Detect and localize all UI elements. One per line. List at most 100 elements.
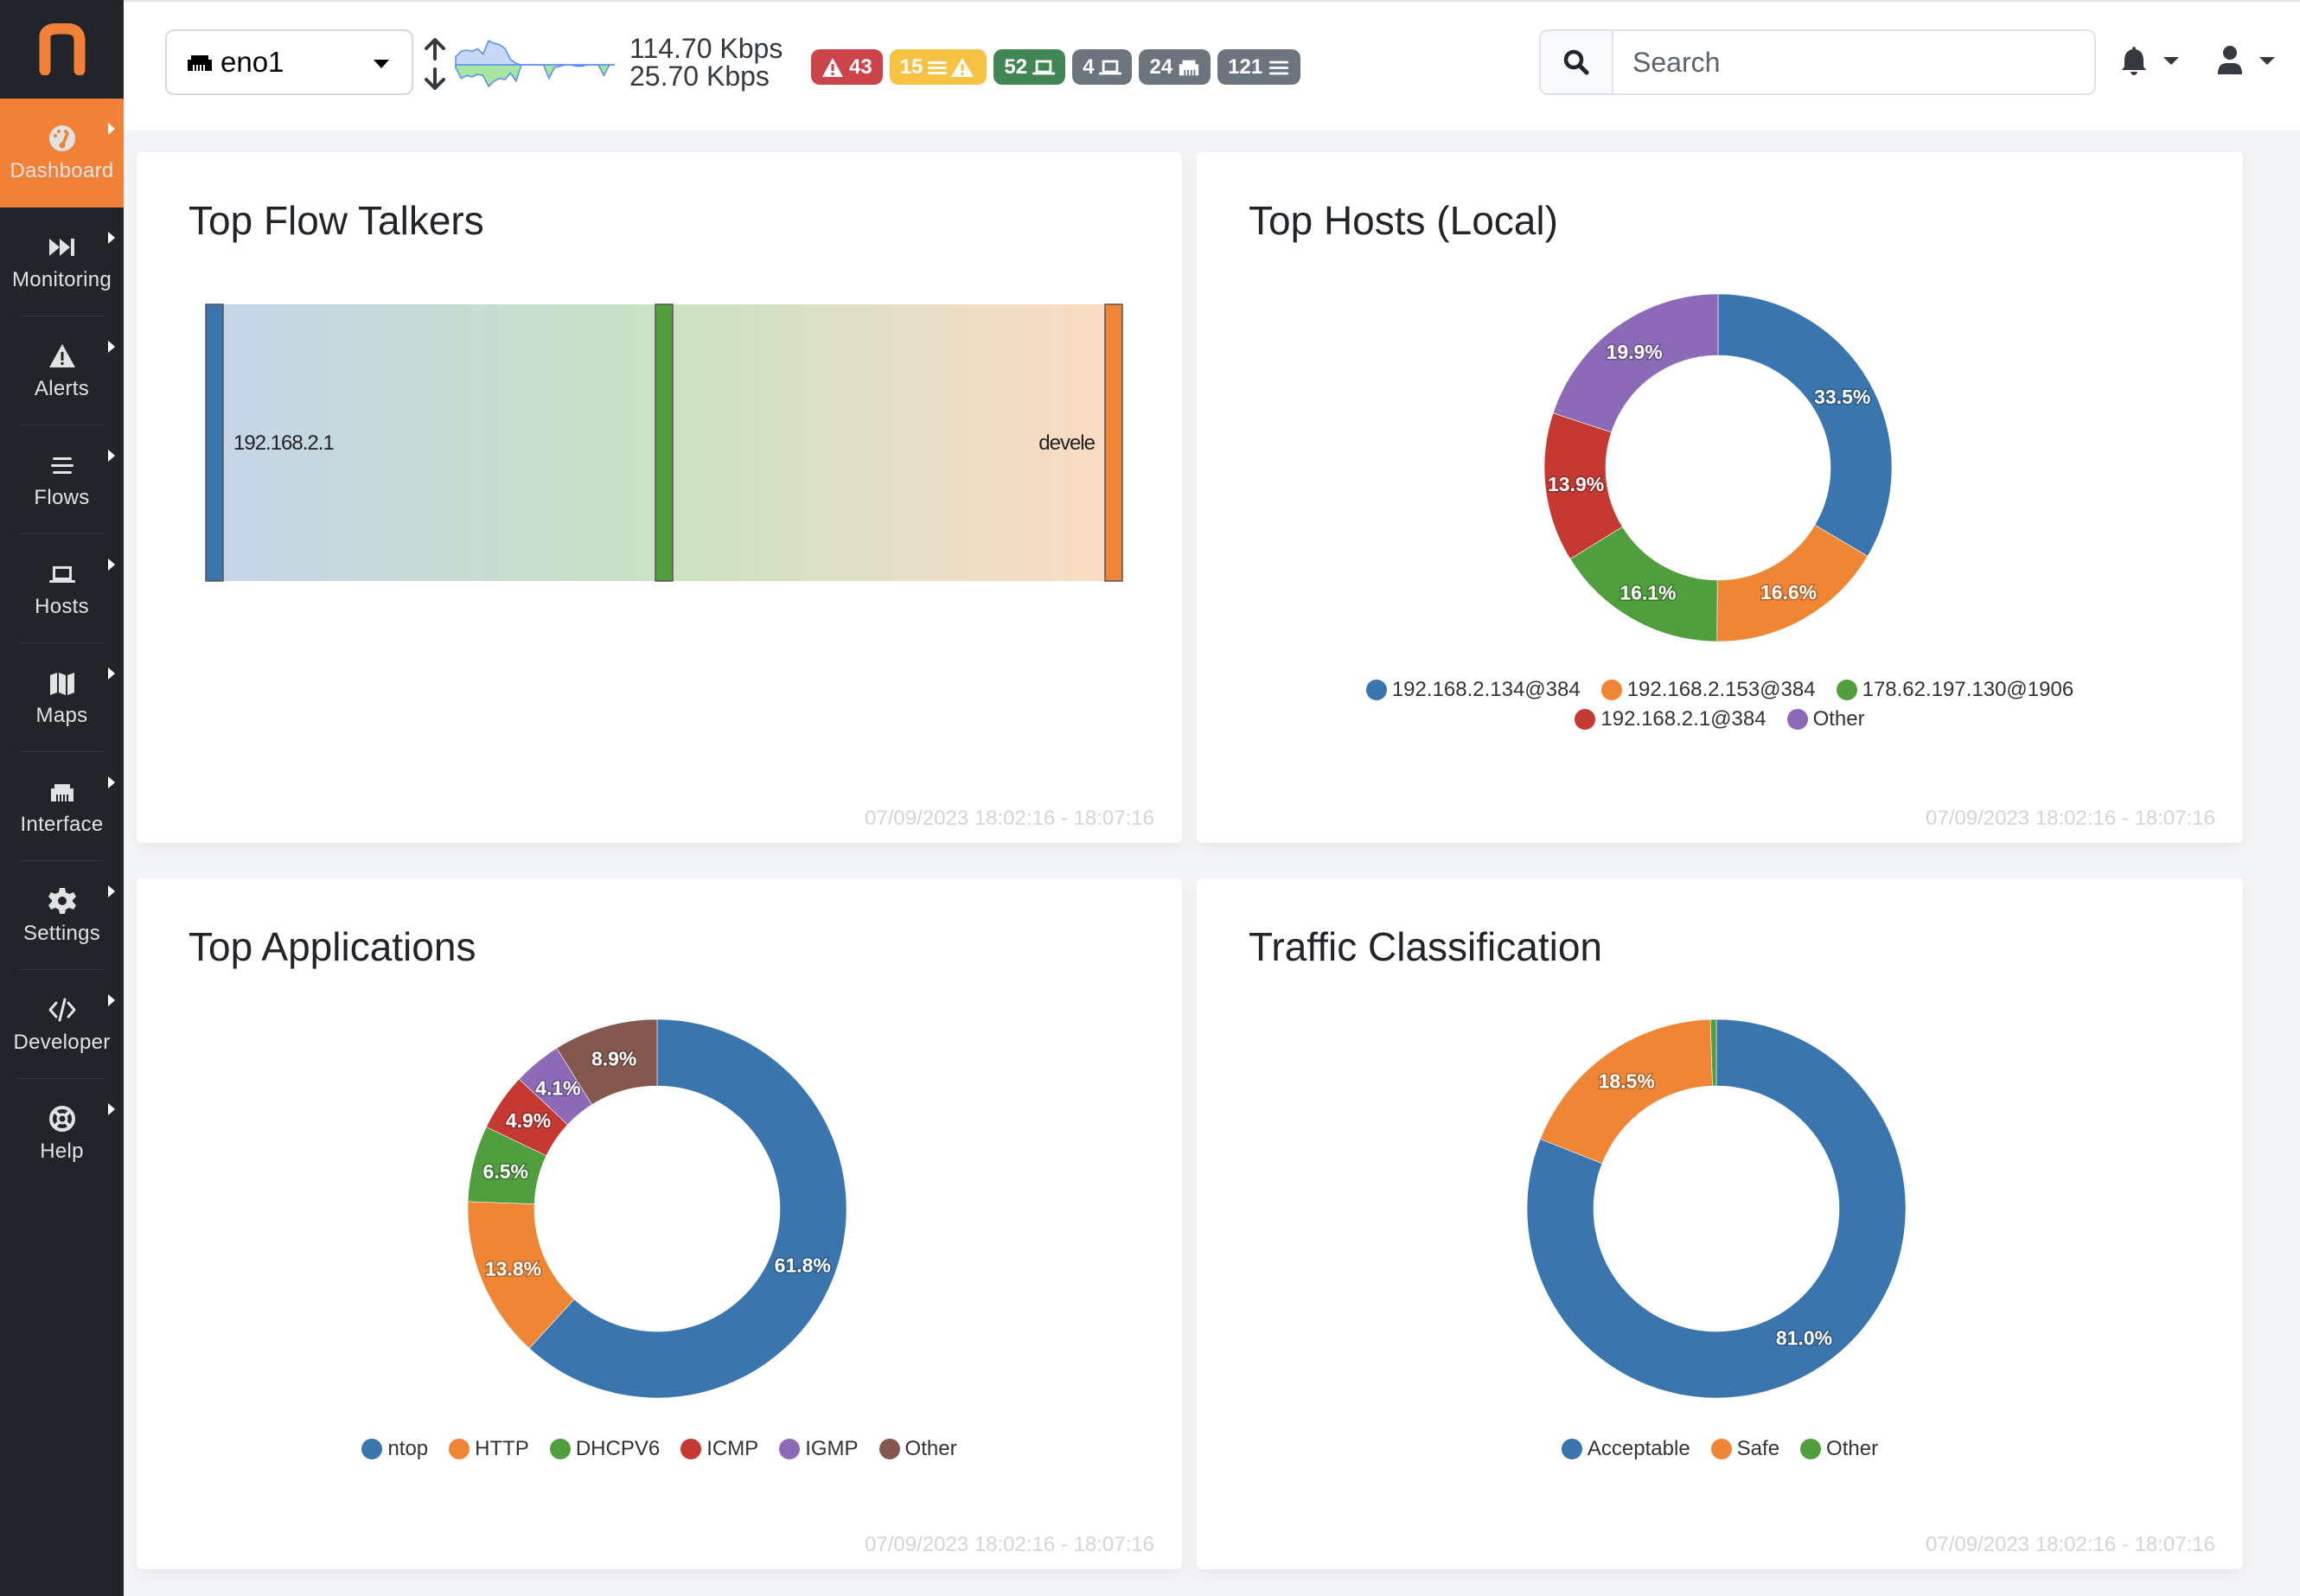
bell-icon — [2122, 47, 2146, 75]
caret-right-icon — [108, 341, 115, 353]
sidebar-item-monitoring[interactable]: Monitoring — [0, 207, 124, 316]
devices-badge[interactable]: 24 — [1139, 49, 1211, 85]
local-hosts-badge[interactable]: 52 — [993, 49, 1066, 85]
top-flow-talkers-card: Top Flow Talkers 192.168.2.1 devele 07/09… — [137, 152, 1182, 843]
legend-label: Other — [904, 1437, 957, 1460]
chevron-down-icon — [2163, 56, 2179, 65]
chart-legend: Acceptable Safe Other — [1197, 1437, 2243, 1461]
sidebar-item-help[interactable]: Help — [0, 1079, 124, 1188]
sankey-chart[interactable]: 192.168.2.1 devele — [137, 152, 1182, 636]
slice-label: 4.1% — [535, 1077, 580, 1100]
user-dropdown[interactable] — [2216, 45, 2275, 76]
gauge-icon — [45, 123, 80, 154]
search-icon — [1563, 49, 1589, 75]
fast-forward-icon — [45, 232, 80, 263]
legend-item[interactable]: 192.168.2.1@384 — [1575, 707, 1767, 731]
legend-item[interactable]: Other — [1786, 707, 1865, 731]
legend-item[interactable]: DHCPV6 — [549, 1437, 660, 1461]
notifications-dropdown[interactable] — [2120, 45, 2179, 76]
status-badges: 43 15 52 4 24 121 — [811, 49, 1301, 85]
flows-badge[interactable]: 121 — [1217, 49, 1301, 85]
sidebar-item-label: Interface — [20, 813, 104, 836]
sankey-node[interactable] — [1104, 303, 1123, 582]
legend-item[interactable]: IGMP — [779, 1437, 859, 1461]
legend-item[interactable]: 192.168.2.153@384 — [1600, 678, 1816, 702]
legend-swatch — [1786, 709, 1808, 730]
sidebar-item-label: Maps — [35, 704, 88, 727]
remote-hosts-badge[interactable]: 4 — [1072, 49, 1133, 85]
sankey-node[interactable] — [205, 303, 224, 582]
ntopng-logo[interactable] — [0, 0, 124, 99]
caret-right-icon — [108, 885, 115, 897]
sidebar-item-alerts[interactable]: Alerts — [0, 316, 124, 425]
sidebar-item-hosts[interactable]: Hosts — [0, 534, 124, 643]
legend-swatch — [449, 1439, 470, 1459]
ethernet-icon — [1178, 57, 1200, 78]
badge-count: 4 — [1083, 54, 1095, 79]
caret-right-icon — [108, 1103, 115, 1115]
engaged-alerts-badge[interactable]: 43 — [811, 49, 883, 85]
top-applications-donut[interactable]: 61.8% 13.8% 6.5% 4.9% 4.1% 8.9% — [137, 878, 1182, 1414]
up-down-arrows-icon — [425, 38, 445, 90]
interface-select[interactable]: eno1 — [165, 29, 413, 95]
logo-icon — [39, 23, 85, 75]
slice-label: 16.1% — [1620, 581, 1676, 603]
lifebuoy-icon — [45, 1103, 80, 1134]
legend-item[interactable]: Acceptable — [1561, 1437, 1690, 1461]
sidebar-item-maps[interactable]: Maps — [0, 643, 124, 752]
badge-count: 121 — [1228, 54, 1263, 79]
legend-item[interactable]: Other — [1800, 1437, 1878, 1461]
sankey-node[interactable] — [655, 303, 674, 582]
legend-item[interactable]: Safe — [1710, 1437, 1780, 1461]
sidebar-item-interface[interactable]: Interface — [0, 752, 124, 861]
slice-label: 19.9% — [1607, 341, 1663, 363]
sidebar-item-flows[interactable]: Flows — [0, 425, 124, 534]
caret-right-icon — [108, 776, 115, 788]
legend-item[interactable]: ICMP — [680, 1437, 758, 1461]
sidebar-item-dashboard[interactable]: Dashboard — [0, 99, 124, 207]
sidebar-item-label: Monitoring — [11, 268, 112, 291]
legend-item[interactable]: Other — [878, 1437, 957, 1461]
upload-area — [455, 39, 615, 66]
chevron-down-icon — [2259, 56, 2275, 65]
upload-rate: 114.70 Kbps — [629, 33, 783, 64]
traffic-classification-donut[interactable]: 81.0% 18.5% — [1197, 878, 2243, 1414]
time-range: 07/09/2023 18:02:16 - 18:07:16 — [865, 807, 1154, 830]
legend-label: 178.62.197.130@1906 — [1862, 678, 2074, 701]
top-hosts-card: Top Hosts (Local) 33.5% 16.6% 16.1% 13.9% 19… — [1197, 152, 2243, 843]
legend-item[interactable]: ntop — [361, 1437, 428, 1461]
donut-slice-192-168-2-134-384[interactable] — [1717, 293, 1893, 557]
warning-icon — [45, 341, 80, 372]
legend-swatch — [1710, 1439, 1732, 1459]
time-range: 07/09/2023 18:02:16 - 18:07:16 — [865, 1533, 1154, 1556]
ethernet-icon — [45, 776, 80, 808]
sidebar-item-developer[interactable]: Developer — [0, 970, 124, 1079]
download-rate: 25.70 Kbps — [629, 61, 770, 92]
legend-swatch — [1575, 709, 1596, 730]
top-navbar: eno1 114.70 Kbps 25.70 Kbps 43 15 52 4 24 121 — [124, 0, 2300, 130]
legend-label: IGMP — [805, 1437, 859, 1460]
code-icon — [45, 994, 80, 1025]
laptop-icon — [45, 559, 80, 590]
slice-label: 13.9% — [1548, 473, 1604, 495]
bars-icon — [1268, 57, 1290, 78]
chart-legend: 192.168.2.134@384 192.168.2.153@384 178.62… — [1197, 678, 2243, 731]
legend-label: 192.168.2.1@384 — [1600, 707, 1767, 731]
legend-item[interactable]: HTTP — [449, 1437, 529, 1461]
badge-count: 24 — [1149, 54, 1173, 79]
legend-item[interactable]: 178.62.197.130@1906 — [1836, 678, 2074, 702]
donut-slice-other[interactable] — [1552, 293, 1719, 433]
badge-count: 43 — [849, 54, 872, 79]
flows-with-alerts-badge[interactable]: 15 — [889, 49, 987, 85]
legend-swatch — [1561, 1439, 1582, 1459]
legend-item[interactable]: 192.168.2.134@384 — [1365, 678, 1581, 702]
caret-right-icon — [108, 667, 115, 680]
legend-label: Safe — [1736, 1437, 1780, 1460]
sidebar-item-settings[interactable]: Settings — [0, 861, 124, 970]
throughput-readout: 114.70 Kbps 25.70 Kbps — [629, 35, 783, 90]
sankey-node-label: 192.168.2.1 — [233, 431, 334, 455]
user-icon — [2218, 46, 2242, 74]
search-button[interactable] — [1541, 31, 1613, 93]
top-hosts-donut[interactable]: 33.5% 16.6% 16.1% 13.9% 19.9% — [1197, 152, 2243, 662]
search-input[interactable] — [1613, 31, 2094, 93]
